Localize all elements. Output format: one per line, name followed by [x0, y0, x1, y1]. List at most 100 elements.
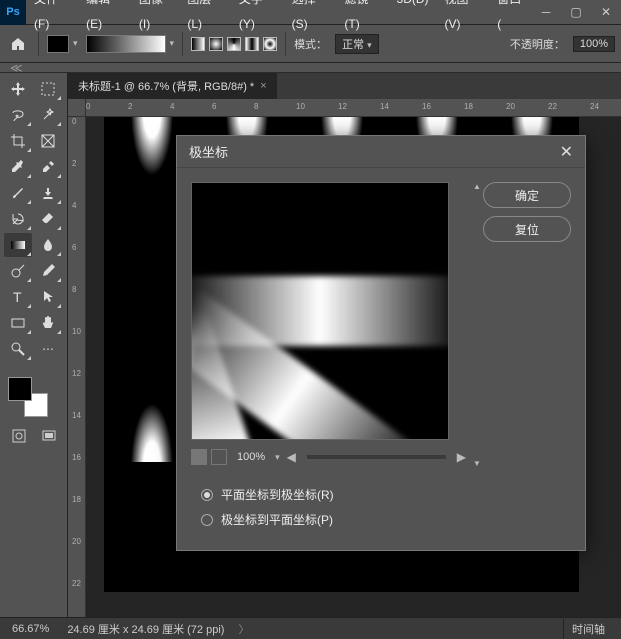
eyedropper-tool[interactable] — [4, 155, 32, 179]
status-zoom[interactable]: 66.67% — [8, 623, 53, 635]
ruler-vertical: 0246810121416182022 — [68, 117, 86, 617]
magic-wand-tool[interactable] — [34, 103, 62, 127]
scroll-right-icon[interactable]: ▶ — [454, 450, 469, 464]
fit-view-icon[interactable] — [191, 449, 207, 465]
hand-tool[interactable] — [34, 311, 62, 335]
statusbar: 66.67% 24.69 厘米 x 24.69 厘米 (72 ppi) 〉 时间… — [0, 617, 621, 639]
timeline-tab[interactable]: 时间轴 — [563, 619, 613, 639]
radio-polar-to-rect[interactable]: 极坐标到平面坐标(P) — [201, 507, 561, 532]
scroll-up-icon[interactable]: ▲ — [473, 182, 481, 191]
linear-gradient-icon[interactable] — [191, 37, 205, 51]
foreground-color[interactable] — [8, 377, 32, 401]
dropdown-caret-icon[interactable]: ▾ — [170, 38, 175, 49]
menu-image[interactable]: 图像(I) — [131, 0, 179, 37]
menubar: 文件(F) 编辑(E) 图像(I) 图层(L) 文字(Y) 选择(S) 滤镜(T… — [26, 0, 531, 37]
pen-tool[interactable] — [34, 259, 62, 283]
screen-mode-icon[interactable] — [39, 427, 59, 445]
window-controls: ─ ▢ ✕ — [531, 0, 621, 25]
lasso-tool[interactable] — [4, 103, 32, 127]
close-button[interactable]: ✕ — [591, 0, 621, 25]
dialog-close-icon[interactable]: ✕ — [560, 142, 573, 162]
ruler-horizontal: 024681012141618202224 — [86, 99, 621, 117]
scroll-down-icon[interactable]: ▼ — [473, 459, 481, 468]
gradient-tool[interactable] — [4, 233, 32, 257]
minimize-button[interactable]: ─ — [531, 0, 561, 25]
menu-filter[interactable]: 滤镜(T) — [336, 0, 388, 37]
frame-tool[interactable] — [34, 129, 62, 153]
document-tab[interactable]: 未标题-1 @ 66.7% (背景, RGB/8#) * × — [68, 73, 277, 99]
type-tool[interactable]: T — [4, 285, 32, 309]
main: T ⋯ 未标题-1 @ 66.7% (背景, RGB/8#) * × 02468… — [0, 73, 621, 617]
radio-rect-to-polar[interactable]: 平面坐标到极坐标(R) — [201, 482, 561, 507]
radial-gradient-icon[interactable] — [209, 37, 223, 51]
edit-toolbar[interactable]: ⋯ — [34, 337, 62, 361]
workspace: 未标题-1 @ 66.7% (背景, RGB/8#) * × 024681012… — [68, 73, 621, 617]
opacity-value[interactable]: 100% — [573, 36, 615, 52]
color-swatches[interactable] — [8, 377, 48, 417]
document-tabbar: 未标题-1 @ 66.7% (背景, RGB/8#) * × — [68, 73, 621, 99]
ruler-corner — [68, 99, 86, 117]
radio-on-icon — [201, 489, 213, 501]
path-selection-tool[interactable] — [34, 285, 62, 309]
home-icon[interactable] — [6, 32, 30, 56]
eraser-tool[interactable] — [34, 207, 62, 231]
dialog-title: 极坐标 — [189, 142, 228, 161]
history-brush-tool[interactable] — [4, 207, 32, 231]
dropdown-caret-icon[interactable]: ▾ — [73, 38, 78, 49]
divider — [38, 32, 39, 56]
tab-close-icon[interactable]: × — [260, 80, 266, 92]
svg-text:T: T — [13, 289, 22, 305]
zoom-caret-icon[interactable]: ▾ — [275, 452, 280, 463]
canvas-area[interactable]: WWW.PSAHZ.COM 极坐标 ✕ — [86, 117, 621, 617]
gradient-picker[interactable]: ▾ — [86, 35, 175, 53]
menu-edit[interactable]: 编辑(E) — [78, 0, 131, 37]
foreground-swatch-group[interactable]: ▾ — [47, 35, 78, 53]
rectangle-tool[interactable] — [4, 311, 32, 335]
menu-type[interactable]: 文字(Y) — [231, 0, 284, 37]
zoom-tool[interactable] — [4, 337, 32, 361]
crop-tool[interactable] — [4, 129, 32, 153]
menu-3d[interactable]: 3D(D) — [389, 0, 437, 37]
document-tab-title: 未标题-1 @ 66.7% (背景, RGB/8#) * — [78, 78, 254, 94]
menu-view[interactable]: 视图(V) — [437, 0, 490, 37]
titlebar: Ps 文件(F) 编辑(E) 图像(I) 图层(L) 文字(Y) 选择(S) 滤… — [0, 0, 621, 25]
brush-tool[interactable] — [4, 181, 32, 205]
gradient-preview[interactable] — [86, 35, 166, 53]
mode-label: 模式： — [294, 36, 327, 52]
menu-window[interactable]: 窗口( — [489, 0, 531, 37]
preview-controls: 100% ▾ ◀ ▶ — [191, 446, 469, 468]
status-dimensions[interactable]: 24.69 厘米 x 24.69 厘米 (72 ppi) — [63, 621, 228, 637]
preview-zoom-value[interactable]: 100% — [231, 451, 271, 463]
mode-select[interactable]: 正常 ▾ — [335, 34, 379, 54]
scroll-left-icon[interactable]: ◀ — [284, 450, 299, 464]
menu-file[interactable]: 文件(F) — [26, 0, 78, 37]
ps-logo: Ps — [0, 0, 26, 25]
status-caret-icon[interactable]: 〉 — [238, 621, 249, 637]
move-tool[interactable] — [4, 77, 32, 101]
actual-pixels-icon[interactable] — [211, 449, 227, 465]
blur-tool[interactable] — [34, 233, 62, 257]
preview-scrollbar-horizontal[interactable] — [307, 455, 446, 459]
dialog-options: 平面坐标到极坐标(R) 极坐标到平面坐标(P) — [177, 482, 585, 550]
ok-button[interactable]: 确定 — [483, 182, 571, 208]
foreground-swatch[interactable] — [47, 35, 69, 53]
filter-preview[interactable] — [191, 182, 449, 440]
clone-stamp-tool[interactable] — [34, 181, 62, 205]
expand-strip[interactable]: ≪ — [0, 63, 621, 73]
angle-gradient-icon[interactable] — [227, 37, 241, 51]
reflected-gradient-icon[interactable] — [245, 37, 259, 51]
marquee-tool[interactable] — [34, 77, 62, 101]
diamond-gradient-icon[interactable] — [263, 37, 277, 51]
menu-select[interactable]: 选择(S) — [284, 0, 337, 37]
divider — [182, 32, 183, 56]
quick-mask-icon[interactable] — [9, 427, 29, 445]
healing-brush-tool[interactable] — [34, 155, 62, 179]
reset-button[interactable]: 复位 — [483, 216, 571, 242]
maximize-button[interactable]: ▢ — [561, 0, 591, 25]
dialog-titlebar[interactable]: 极坐标 ✕ — [177, 136, 585, 168]
preview-scrollbar-vertical[interactable]: ▲ ▼ — [471, 182, 483, 468]
divider — [285, 32, 286, 56]
dodge-tool[interactable] — [4, 259, 32, 283]
menu-layer[interactable]: 图层(L) — [179, 0, 231, 37]
gradient-type-group — [191, 37, 277, 51]
